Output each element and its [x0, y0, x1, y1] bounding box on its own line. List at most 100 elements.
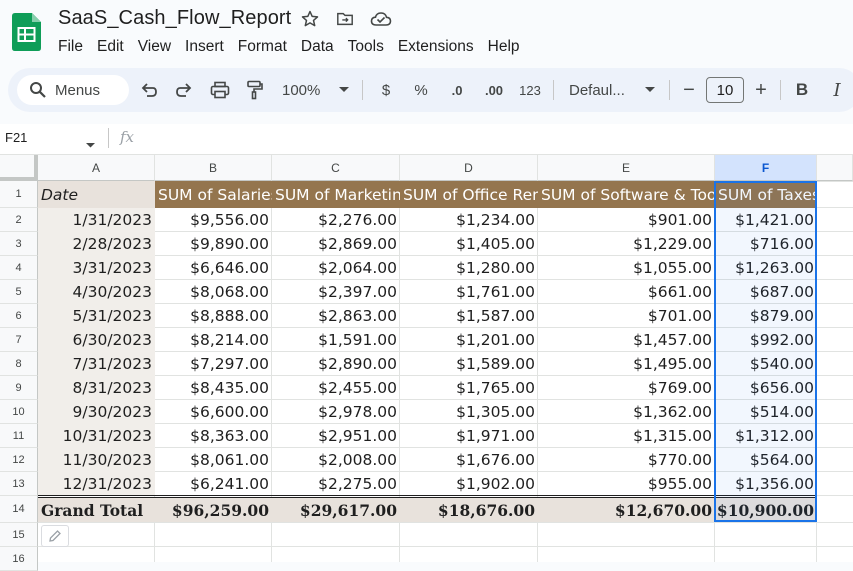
value-cell[interactable]: $1,457.00 — [538, 328, 715, 352]
date-cell[interactable]: 11/30/2023 — [38, 448, 155, 472]
date-cell[interactable]: 6/30/2023 — [38, 328, 155, 352]
value-cell[interactable]: $2,978.00 — [272, 400, 400, 424]
date-cell[interactable]: 9/30/2023 — [38, 400, 155, 424]
value-cell[interactable]: $2,064.00 — [272, 256, 400, 280]
row-header-8[interactable]: 8 — [0, 352, 38, 376]
value-cell[interactable]: $7,297.00 — [155, 352, 272, 376]
row-header-15[interactable]: 15 — [0, 523, 38, 547]
value-cell[interactable]: $656.00 — [715, 376, 817, 400]
name-box-dropdown-icon[interactable] — [86, 135, 95, 153]
value-cell[interactable]: $1,356.00 — [715, 472, 817, 496]
menu-tools[interactable]: Tools — [341, 37, 391, 57]
value-cell[interactable]: $1,280.00 — [400, 256, 538, 280]
move-folder-icon[interactable] — [336, 10, 354, 28]
value-cell[interactable]: $1,761.00 — [400, 280, 538, 304]
search-menus-button[interactable]: Menus — [17, 75, 129, 105]
bold-button[interactable]: B — [793, 78, 811, 102]
value-cell[interactable]: $1,362.00 — [538, 400, 715, 424]
value-cell[interactable]: $2,890.00 — [272, 352, 400, 376]
header-cell[interactable]: SUM of Software & Tools — [538, 181, 715, 208]
date-cell[interactable]: 2/28/2023 — [38, 232, 155, 256]
font-family-select[interactable]: Defaul... — [569, 78, 639, 102]
value-cell[interactable]: $770.00 — [538, 448, 715, 472]
value-cell[interactable]: $2,276.00 — [272, 208, 400, 232]
value-cell[interactable]: $955.00 — [538, 472, 715, 496]
column-header-f[interactable]: F — [715, 155, 817, 181]
date-cell[interactable]: 4/30/2023 — [38, 280, 155, 304]
date-cell[interactable]: 1/31/2023 — [38, 208, 155, 232]
value-cell[interactable]: $2,008.00 — [272, 448, 400, 472]
row-header-5[interactable]: 5 — [0, 280, 38, 304]
value-cell[interactable]: $2,951.00 — [272, 424, 400, 448]
value-cell[interactable]: $701.00 — [538, 304, 715, 328]
date-cell[interactable]: 8/31/2023 — [38, 376, 155, 400]
value-cell[interactable]: $9,890.00 — [155, 232, 272, 256]
value-cell[interactable]: $769.00 — [538, 376, 715, 400]
value-cell[interactable]: $1,676.00 — [400, 448, 538, 472]
value-cell[interactable]: $1,421.00 — [715, 208, 817, 232]
value-cell[interactable]: $8,214.00 — [155, 328, 272, 352]
increase-font-size-button[interactable]: + — [752, 78, 770, 102]
value-cell[interactable]: $9,556.00 — [155, 208, 272, 232]
row-header-2[interactable]: 2 — [0, 208, 38, 232]
decrease-decimal-button[interactable]: .0 — [444, 78, 470, 102]
value-cell[interactable]: $2,275.00 — [272, 472, 400, 496]
menu-insert[interactable]: Insert — [178, 37, 231, 57]
menu-file[interactable]: File — [51, 37, 90, 57]
value-cell[interactable]: $901.00 — [538, 208, 715, 232]
value-cell[interactable]: $1,315.00 — [538, 424, 715, 448]
grand-total-cell[interactable]: $18,676.00 — [400, 498, 538, 522]
currency-format-button[interactable]: $ — [378, 78, 394, 102]
value-cell[interactable]: $1,589.00 — [400, 352, 538, 376]
value-cell[interactable]: $2,455.00 — [272, 376, 400, 400]
menu-format[interactable]: Format — [231, 37, 294, 57]
value-cell[interactable]: $716.00 — [715, 232, 817, 256]
value-cell[interactable]: $1,234.00 — [400, 208, 538, 232]
document-title[interactable]: SaaS_Cash_Flow_Report — [58, 7, 291, 30]
date-cell[interactable]: 7/31/2023 — [38, 352, 155, 376]
zoom-dropdown-icon[interactable] — [337, 78, 351, 102]
value-cell[interactable]: $2,863.00 — [272, 304, 400, 328]
value-cell[interactable]: $8,363.00 — [155, 424, 272, 448]
column-header-a[interactable]: A — [38, 155, 155, 181]
star-icon[interactable] — [301, 10, 319, 28]
edit-pencil-icon[interactable] — [41, 525, 69, 547]
value-cell[interactable]: $1,765.00 — [400, 376, 538, 400]
value-cell[interactable]: $564.00 — [715, 448, 817, 472]
grand-total-cell[interactable]: $10,900.00 — [715, 498, 817, 522]
grand-total-cell[interactable]: $12,670.00 — [538, 498, 715, 522]
header-cell[interactable]: SUM of Office Rent — [400, 181, 538, 208]
print-icon[interactable] — [208, 78, 232, 102]
value-cell[interactable]: $1,405.00 — [400, 232, 538, 256]
zoom-select[interactable]: 100% — [282, 78, 328, 102]
value-cell[interactable]: $879.00 — [715, 304, 817, 328]
value-cell[interactable]: $687.00 — [715, 280, 817, 304]
menu-view[interactable]: View — [131, 37, 178, 57]
row-header-14[interactable]: 14 — [0, 496, 38, 523]
grand-total-cell[interactable]: $29,617.00 — [272, 498, 400, 522]
value-cell[interactable]: $1,591.00 — [272, 328, 400, 352]
column-header-d[interactable]: D — [400, 155, 538, 181]
italic-button[interactable]: I — [828, 78, 846, 102]
column-header-c[interactable]: C — [272, 155, 400, 181]
row-header-13[interactable]: 13 — [0, 472, 38, 496]
header-cell[interactable]: SUM of Marketing — [272, 181, 400, 208]
value-cell[interactable]: $1,312.00 — [715, 424, 817, 448]
row-header-4[interactable]: 4 — [0, 256, 38, 280]
row-header-6[interactable]: 6 — [0, 304, 38, 328]
font-size-input[interactable]: 10 — [706, 77, 744, 103]
value-cell[interactable]: $8,888.00 — [155, 304, 272, 328]
undo-icon[interactable] — [139, 78, 159, 102]
value-cell[interactable]: $540.00 — [715, 352, 817, 376]
value-cell[interactable]: $1,495.00 — [538, 352, 715, 376]
value-cell[interactable]: $8,435.00 — [155, 376, 272, 400]
row-header-3[interactable]: 3 — [0, 232, 38, 256]
paint-format-icon[interactable] — [244, 78, 266, 102]
sheets-logo-icon[interactable] — [12, 13, 41, 51]
grand-total-label[interactable]: Grand Total — [38, 498, 155, 522]
redo-icon[interactable] — [174, 78, 194, 102]
value-cell[interactable]: $1,229.00 — [538, 232, 715, 256]
row-header-9[interactable]: 9 — [0, 376, 38, 400]
value-cell[interactable]: $1,971.00 — [400, 424, 538, 448]
row-header-12[interactable]: 12 — [0, 448, 38, 472]
